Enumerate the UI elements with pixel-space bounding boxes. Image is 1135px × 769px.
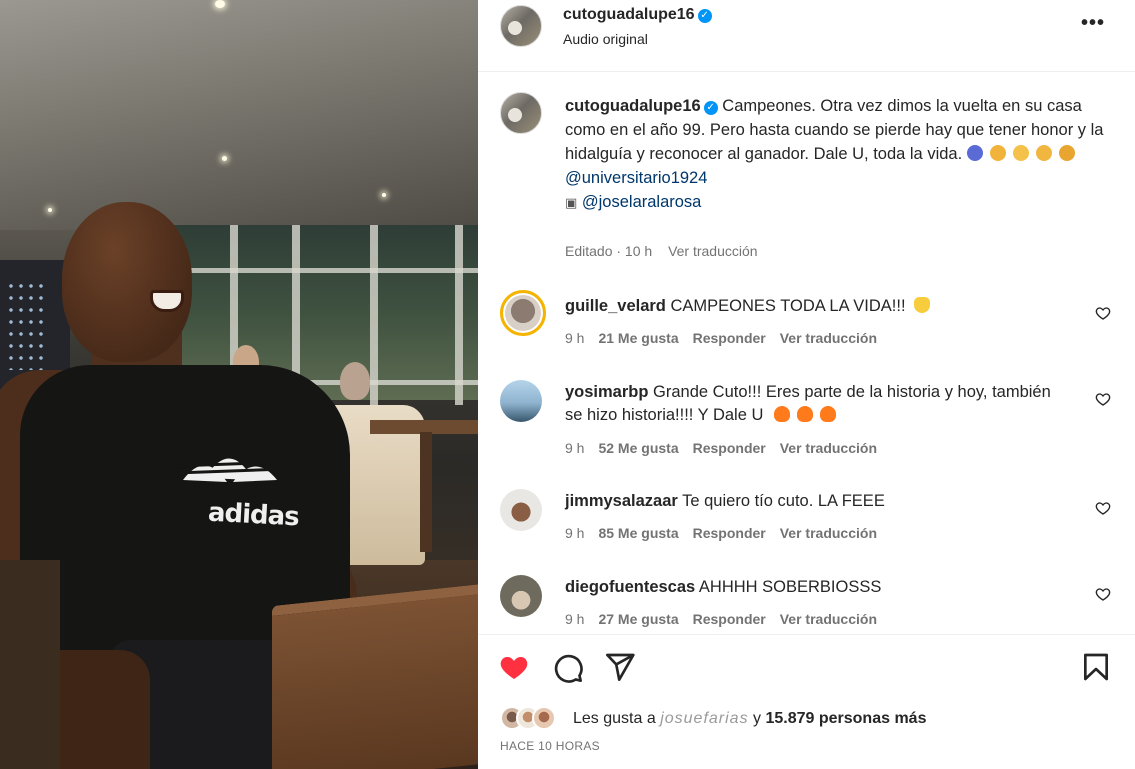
heart-filled-icon[interactable] <box>498 651 530 683</box>
post-panel: cutoguadalupe16 ✓ Audio original ••• cuto… <box>478 0 1135 769</box>
heart-outline-icon[interactable] <box>1095 391 1111 407</box>
table-leg <box>420 432 432 552</box>
soccer-ball-icon <box>966 145 983 161</box>
comment-time: 9 h <box>565 525 585 541</box>
shirt-logo-text: adidas <box>207 497 300 533</box>
fire-icon <box>797 406 813 422</box>
comment-likes[interactable]: 85 Me gusta <box>598 525 678 541</box>
fire-icon <box>774 406 790 422</box>
comment-body: CAMPEONES TODA LA VIDA!!! <box>670 297 906 315</box>
comment-time: 9 h <box>565 330 585 346</box>
reply-button[interactable]: Responder <box>693 440 766 456</box>
translate-link[interactable]: Ver traducción <box>780 611 877 627</box>
comment-likes[interactable]: 27 Me gusta <box>598 611 678 627</box>
comment-body: Te quiero tío cuto. LA FEEE <box>682 492 885 510</box>
fire-icon <box>820 406 836 422</box>
flexed-biceps-icon <box>1012 145 1029 161</box>
ceiling <box>0 0 478 230</box>
man-head <box>62 202 192 362</box>
likes-and: y <box>753 710 762 727</box>
post-caption: cutoguadalupe16 ✓ Campeones. Otra vez dim… <box>565 94 1105 215</box>
ceiling-light <box>215 0 225 8</box>
comment-username[interactable]: guille_velard <box>565 297 666 315</box>
window-mullion <box>455 225 463 405</box>
commenter-avatar[interactable] <box>500 380 542 422</box>
adidas-trefoil-icon <box>175 458 285 482</box>
video-player[interactable]: adidas <box>0 0 478 769</box>
verified-icon: ✓ <box>697 9 712 23</box>
ceiling-light <box>48 208 52 212</box>
comment-meta: 9 h 52 Me gusta Responder Ver traducción <box>565 440 891 456</box>
post-header: cutoguadalupe16 ✓ Audio original ••• <box>478 0 1135 72</box>
caption-username[interactable]: cutoguadalupe16 <box>565 97 701 115</box>
likes-prefix: Les gusta a <box>573 710 656 727</box>
ceiling-light <box>382 193 386 197</box>
verified-icon: ✓ <box>703 101 718 115</box>
man-smile <box>150 290 184 312</box>
clapping-hands-icon <box>1035 145 1052 161</box>
liker-username[interactable]: josuefarias <box>660 710 748 727</box>
post-time[interactable]: HACE 10 HORAS <box>500 739 600 753</box>
caption-emojis <box>966 145 1082 163</box>
caption-translate-link[interactable]: Ver traducción <box>668 243 758 259</box>
mention-universitario[interactable]: @universitario1924 <box>565 169 707 187</box>
comment-meta: 9 h 85 Me gusta Responder Ver traducción <box>565 525 891 541</box>
comment-likes[interactable]: 21 Me gusta <box>598 330 678 346</box>
commenter-avatar[interactable] <box>500 290 546 336</box>
heart-outline-icon[interactable] <box>1095 305 1111 321</box>
comment-meta: 9 h 27 Me gusta Responder Ver traducción <box>565 611 891 627</box>
armchair <box>0 560 60 769</box>
heart-outline-icon[interactable] <box>1095 500 1111 516</box>
caption-meta: Editado · 10 h Ver traducción <box>565 243 758 259</box>
handshake-icon <box>989 145 1006 161</box>
caption-edited-time: Editado · 10 h <box>565 243 653 259</box>
translate-link[interactable]: Ver traducción <box>780 330 877 346</box>
comment-likes[interactable]: 52 Me gusta <box>598 440 678 456</box>
ceiling-light <box>222 156 227 161</box>
reply-button[interactable]: Responder <box>693 330 766 346</box>
translate-link[interactable]: Ver traducción <box>780 440 877 456</box>
background-person <box>340 362 370 400</box>
wooden-tray <box>272 583 478 769</box>
comment-time: 9 h <box>565 440 585 456</box>
actions-divider <box>478 634 1135 635</box>
yellow-heart-icon <box>914 297 931 313</box>
more-icon[interactable]: ••• <box>1081 12 1105 35</box>
commenter-avatar[interactable] <box>500 575 542 617</box>
likes-count[interactable]: 15.879 personas más <box>765 710 926 727</box>
comment-text: guille_velard CAMPEONES TODA LA VIDA!!! <box>565 295 1065 318</box>
comment-icon[interactable] <box>552 652 584 684</box>
likes-summary: Les gusta a josuefarias y 15.879 persona… <box>573 710 926 728</box>
people-icon <box>1058 145 1075 161</box>
reply-button[interactable]: Responder <box>693 525 766 541</box>
bookmark-icon[interactable] <box>1080 651 1112 683</box>
reply-button[interactable]: Responder <box>693 611 766 627</box>
likers-avatars[interactable] <box>500 706 570 732</box>
audio-label[interactable]: Audio original <box>563 31 648 47</box>
share-icon[interactable] <box>604 651 636 683</box>
liker-avatar <box>532 706 556 730</box>
comment-body: AHHHH SOBERBIOSSS <box>698 578 882 596</box>
comment-username[interactable]: yosimarbp <box>565 383 648 401</box>
fire-emojis <box>774 406 843 424</box>
comment-text: jimmysalazaar Te quiero tío cuto. LA FEE… <box>565 490 1065 513</box>
comment-username[interactable]: diegofuentescas <box>565 578 695 596</box>
window-mullion <box>370 225 378 405</box>
author-username-text[interactable]: cutoguadalupe16 <box>563 6 695 23</box>
tagged-camera-icon: ▣ <box>565 195 578 210</box>
commenter-avatar[interactable] <box>500 489 542 531</box>
comment-text: diegofuentescas AHHHH SOBERBIOSSS <box>565 576 1065 599</box>
window-transom <box>150 268 478 273</box>
pillar-lights <box>6 280 46 370</box>
heart-outline-icon[interactable] <box>1095 586 1111 602</box>
author-username-header[interactable]: cutoguadalupe16 ✓ <box>563 6 712 24</box>
comment-username[interactable]: jimmysalazaar <box>565 492 678 510</box>
comment-meta: 9 h 21 Me gusta Responder Ver traducción <box>565 330 891 346</box>
mention-joselaralarosa[interactable]: @joselaralarosa <box>582 193 701 211</box>
author-avatar[interactable] <box>500 5 542 47</box>
comment-time: 9 h <box>565 611 585 627</box>
caption-author-avatar[interactable] <box>500 92 542 134</box>
translate-link[interactable]: Ver traducción <box>780 525 877 541</box>
comment-text: yosimarbp Grande Cuto!!! Eres parte de l… <box>565 381 1065 427</box>
